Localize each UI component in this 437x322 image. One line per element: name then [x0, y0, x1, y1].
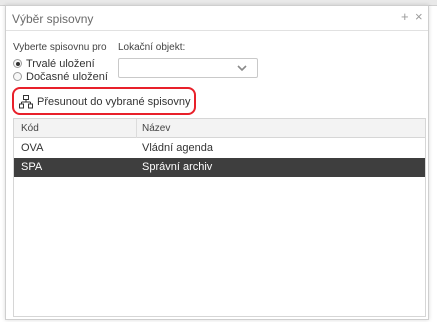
plus-icon[interactable]: + — [401, 10, 409, 24]
radio-button-unchecked[interactable] — [13, 72, 22, 81]
table-row-selected[interactable]: SPA Správní archiv — [14, 158, 425, 177]
radio-temporary-storage[interactable]: Dočasné uložení — [13, 70, 108, 83]
table-header: Kód Název — [14, 119, 425, 138]
radio-button-checked[interactable] — [13, 59, 22, 68]
archive-selection-dialog: Výběr spisovny + × Vyberte spisovnu pro … — [5, 5, 429, 320]
column-divider — [136, 119, 137, 138]
move-button-label: Přesunout do vybrané spisovny — [37, 96, 191, 108]
location-object-select[interactable] — [118, 58, 258, 78]
move-to-archive-button[interactable]: Přesunout do vybrané spisovny — [17, 92, 195, 112]
close-icon[interactable]: × — [415, 10, 423, 24]
dialog-title-bar: Výběr spisovny + × — [6, 6, 428, 31]
column-header-name[interactable]: Název — [142, 123, 170, 134]
cell-name: Vládní agenda — [142, 142, 213, 154]
archive-table: Kód Název OVA Vládní agenda SPA Správní … — [13, 118, 426, 317]
column-header-code[interactable]: Kód — [21, 123, 39, 134]
cell-name: Správní archiv — [142, 161, 213, 173]
hierarchy-icon — [19, 95, 33, 109]
radio-permanent-storage[interactable]: Trvalé uložení — [13, 57, 95, 70]
pick-archive-label: Vyberte spisovnu pro — [13, 42, 107, 53]
cell-code: OVA — [21, 142, 44, 154]
radio-temporary-label: Dočasné uložení — [26, 70, 108, 83]
table-row[interactable]: OVA Vládní agenda — [14, 139, 425, 158]
chevron-down-icon — [237, 65, 247, 72]
location-object-label: Lokační objekt: — [118, 42, 186, 53]
radio-permanent-label: Trvalé uložení — [26, 57, 95, 70]
cell-code: SPA — [21, 161, 43, 173]
dialog-title: Výběr spisovny — [12, 12, 94, 26]
